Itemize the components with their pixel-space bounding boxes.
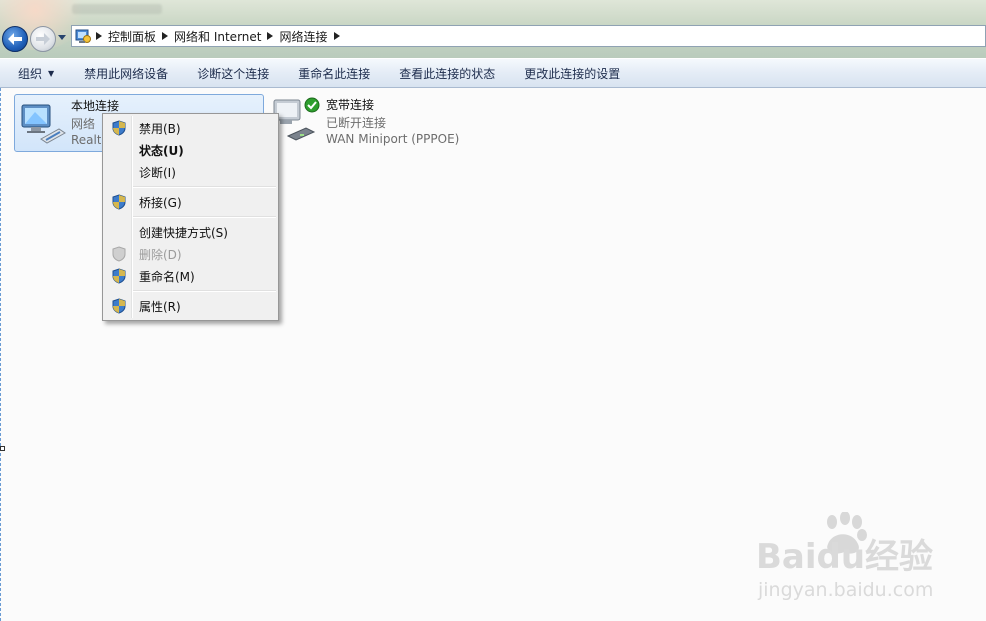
rename-connection-button[interactable]: 重命名此连接	[290, 59, 378, 87]
chevron-down-icon: ▼	[48, 68, 55, 78]
shield-icon	[107, 243, 131, 265]
menu-item-label: 创建快捷方式(S)	[139, 225, 228, 240]
breadcrumb-network-connections[interactable]: 网络连接	[277, 28, 329, 45]
connection-name: 宽带连接	[326, 98, 375, 112]
crumb-separator-icon[interactable]	[330, 26, 344, 46]
connection-item-broadband[interactable]: 宽带连接 已断开连接 WAN Miniport (PPPOE)	[270, 94, 510, 152]
menu-item-diagnose[interactable]: 诊断(I)	[105, 161, 276, 183]
watermark-url: jingyan.baidu.com	[757, 579, 933, 601]
breadcrumb-control-panel[interactable]: 控制面板	[106, 28, 158, 45]
shield-icon	[107, 117, 131, 139]
menu-item-bridge[interactable]: 桥接(G)	[105, 191, 276, 213]
menu-separator	[133, 186, 276, 188]
control-panel-icon	[74, 27, 92, 45]
menu-item-delete: 删除(D)	[105, 243, 276, 265]
baidu-paw-logo: Baidu经验 jingyan.baidu.com	[756, 511, 933, 601]
back-arrow-icon	[8, 33, 22, 45]
content-left-border	[0, 88, 1, 621]
connection-name: 本地连接	[71, 99, 120, 113]
view-status-button[interactable]: 查看此连接的状态	[391, 59, 503, 87]
crumb-separator-icon[interactable]	[263, 26, 277, 46]
menu-separator	[133, 290, 276, 292]
chevron-down-icon	[58, 35, 66, 40]
menu-item-properties[interactable]: 属性(R)	[105, 295, 276, 317]
forward-arrow-icon	[36, 33, 50, 45]
connection-network: 网络	[71, 117, 96, 131]
menu-separator	[133, 216, 276, 218]
crumb-separator-icon[interactable]	[158, 26, 172, 46]
menu-item-disable[interactable]: 禁用(B)	[105, 117, 276, 139]
diagnose-connection-button[interactable]: 诊断这个连接	[189, 59, 277, 87]
menu-item-label: 删除(D)	[139, 247, 182, 262]
menu-item-label: 禁用(B)	[139, 121, 181, 136]
connection-device: WAN Miniport (PPPOE)	[326, 132, 460, 146]
organize-label: 组织	[18, 66, 43, 81]
menu-item-label: 状态(U)	[139, 143, 184, 158]
organize-button[interactable]: 组织 ▼	[10, 59, 62, 87]
context-menu: 禁用(B) 状态(U) 诊断(I) 桥接(G) 创建快捷方式(S) 删除(D) …	[102, 113, 279, 321]
blurred-title	[72, 4, 162, 14]
connection-adapter: Realtek	[71, 133, 101, 147]
back-button[interactable]	[2, 26, 28, 52]
menu-item-label: 诊断(I)	[139, 165, 176, 180]
menu-item-label: 重命名(M)	[139, 269, 195, 284]
menu-item-status[interactable]: 状态(U)	[105, 139, 276, 161]
shield-icon	[107, 191, 131, 213]
change-settings-button[interactable]: 更改此连接的设置	[516, 59, 628, 87]
connection-status: 已断开连接	[326, 116, 387, 130]
disable-device-button[interactable]: 禁用此网络设备	[76, 59, 176, 87]
menu-item-label: 属性(R)	[139, 299, 181, 314]
shield-icon	[107, 295, 131, 317]
baidu-watermark: Baidu经验 jingyan.baidu.com	[752, 511, 982, 612]
resize-handle[interactable]	[0, 446, 5, 451]
shield-icon	[107, 265, 131, 287]
forward-button[interactable]	[30, 26, 56, 52]
menu-item-label: 桥接(G)	[139, 195, 182, 210]
check-status-icon	[304, 97, 320, 113]
crumb-separator-icon[interactable]	[92, 26, 106, 46]
menu-item-rename[interactable]: 重命名(M)	[105, 265, 276, 287]
recent-pages-dropdown[interactable]	[58, 34, 66, 42]
command-bar: 组织 ▼ 禁用此网络设备 诊断这个连接 重命名此连接 查看此连接的状态 更改此连…	[0, 58, 986, 88]
network-adapter-icon	[19, 99, 67, 147]
breadcrumb-network-internet[interactable]: 网络和 Internet	[172, 28, 263, 45]
address-bar[interactable]: 控制面板 网络和 Internet 网络连接	[71, 25, 986, 47]
menu-item-create-shortcut[interactable]: 创建快捷方式(S)	[105, 221, 276, 243]
watermark-brand: Baidu经验	[756, 537, 933, 577]
